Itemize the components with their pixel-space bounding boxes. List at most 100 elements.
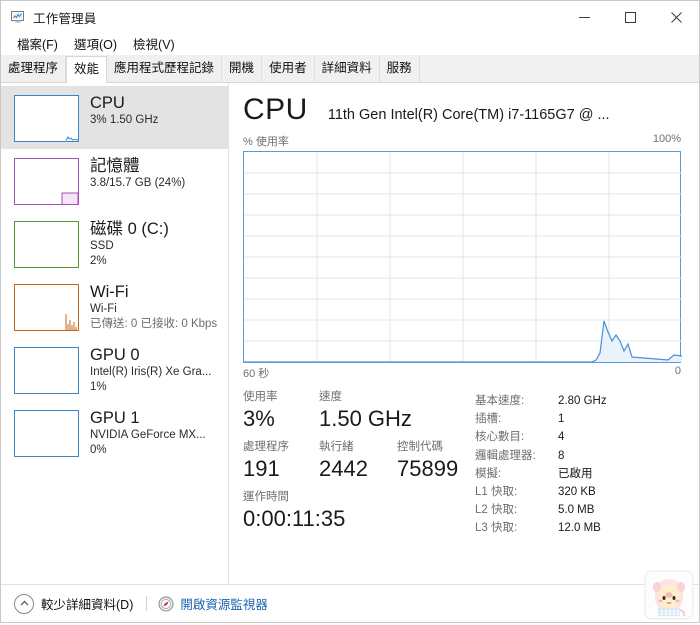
sidebar-gpu1-line2: NVIDIA GeForce MX... [90,429,206,441]
stat-uptime: 運作時間 0:00:11:35 [243,490,345,532]
open-resource-monitor-link[interactable]: 開啟資源監視器 [158,594,268,613]
spec-sockets-value: 1 [558,413,565,426]
gpu0-thumbnail-graph [14,347,79,394]
gpu1-thumbnail-graph [14,410,79,457]
stats-row-2: 處理程序 191 執行緒 2442 控制代碼 75899 [243,440,475,482]
task-manager-window: 工作管理員 檔案(F) 選項(O) 檢視(V) 處理程序 效能 應用程式歷程記錄… [0,0,700,623]
sidebar-item-disk0[interactable]: 磁碟 0 (C:) SSD 2% [1,212,228,275]
stat-uptime-value: 0:00:11:35 [243,506,346,531]
stat-utilization-label: 使用率 [243,391,278,403]
stat-handles-label: 控制代碼 [397,441,443,453]
sidebar-wifi-line2: Wi-Fi [90,303,117,315]
spec-cores-value: 4 [558,431,565,444]
sidebar-item-gpu1[interactable]: GPU 1 NVIDIA GeForce MX... 0% [1,401,228,464]
sidebar-cpu-line2: 3% 1.50 GHz [90,114,159,126]
sidebar-item-gpu0[interactable]: GPU 0 Intel(R) Iris(R) Xe Gra... 1% [1,338,228,401]
sidebar-gpu0-line2: Intel(R) Iris(R) Xe Gra... [90,366,212,378]
sidebar-gpu1-text: GPU 1 NVIDIA GeForce MX... 0% [90,407,206,457]
cpu-thumbnail-graph [14,95,79,142]
spec-l1-cache-label: L1 快取: [475,486,518,499]
sidebar-memory-line2: 3.8/15.7 GB (24%) [90,177,186,189]
stat-handles-value: 75899 [397,456,459,481]
menu-item-file[interactable]: 檔案(F) [9,32,66,56]
sidebar-cpu-text: CPU 3% 1.50 GHz [90,92,158,128]
menu-bar: 檔案(F) 選項(O) 檢視(V) [1,33,699,55]
menu-item-view[interactable]: 檢視(V) [125,32,183,56]
y-axis-label: % 使用率 [243,136,289,148]
spec-l2-cache-value: 5.0 MB [558,504,595,517]
task-manager-icon [10,9,26,25]
maximize-button[interactable] [607,1,653,33]
spec-base-speed-value: 2.80 GHz [558,395,607,407]
close-button[interactable] [653,1,699,33]
page-title: CPU [243,93,308,126]
spec-cores-label: 核心數目: [475,431,525,444]
fewer-details-label: 較少詳細資料(D) [41,598,134,612]
sidebar-gpu1-line3: 0% [90,443,107,456]
tab-details[interactable]: 詳細資料 [315,56,380,82]
sidebar-disk0-title: 磁碟 0 (C:) [90,220,169,238]
tab-users[interactable]: 使用者 [262,56,315,82]
spec-l3-cache: L3 快取: 12.0 MB [475,519,681,537]
spec-logical-processors: 邏輯處理器: 8 [475,447,681,465]
spec-virtualization-label: 模擬: [475,467,502,480]
x-axis-label: 60 秒 [243,368,270,380]
sidebar-wifi-title: Wi-Fi [90,283,129,301]
minimize-button[interactable] [561,1,607,33]
stat-processes-label: 處理程序 [243,441,289,453]
panel-header: CPU 11th Gen Intel(R) Core(TM) i7-1165G7… [243,93,681,127]
sidebar-cpu-title: CPU [90,94,125,112]
y-axis-max: 100% [652,133,681,145]
graph-top-axis: % 使用率 100% [243,133,681,149]
tab-processes[interactable]: 處理程序 [1,56,67,82]
footer-divider [146,596,148,611]
fewer-details-button[interactable]: 較少詳細資料(D) [14,593,134,614]
stat-speed-label: 速度 [319,391,342,403]
stat-utilization: 使用率 3% [243,390,319,432]
cpu-specs-list: 基本速度: 2.80 GHz 插槽: 1 核心數目: 4 邏輯處理器: 8 模擬… [475,390,681,540]
spec-virtualization: 模擬: 已啟用 [475,465,681,483]
stat-utilization-value: 3% [243,406,275,431]
sidebar-gpu0-text: GPU 0 Intel(R) Iris(R) Xe Gra... 1% [90,344,211,394]
tab-startup[interactable]: 開機 [222,56,263,82]
spec-logical-processors-value: 8 [558,449,565,462]
stat-processes-value: 191 [243,456,280,481]
sidebar-item-wifi[interactable]: Wi-Fi Wi-Fi 已傳送: 0 已接收: 0 Kbps [1,275,228,338]
sidebar-disk0-line3: 2% [90,254,107,267]
sidebar-disk0-line2: SSD [90,240,114,252]
spec-l3-cache-value: 12.0 MB [558,522,601,535]
spec-sockets-label: 插槽: [475,413,502,426]
sidebar-wifi-text: Wi-Fi Wi-Fi 已傳送: 0 已接收: 0 Kbps [90,281,217,331]
sidebar-disk0-text: 磁碟 0 (C:) SSD 2% [90,218,169,268]
stats-area: 使用率 3% 速度 1.50 GHz 處理程序 191 執行緒 2442 控制代… [243,390,681,540]
sidebar-memory-title: 記憶體 [90,157,140,175]
resource-monitor-icon [158,596,174,612]
spec-base-speed: 基本速度: 2.80 GHz [475,392,681,410]
sidebar-gpu0-title: GPU 0 [90,346,140,364]
chevron-up-icon [14,593,34,614]
x-axis-min: 0 [674,365,681,377]
tab-performance[interactable]: 效能 [66,56,108,83]
sidebar-gpu0-line3: 1% [90,380,107,393]
sidebar-wifi-line3: 已傳送: 0 已接收: 0 Kbps [90,317,218,330]
spec-logical-processors-label: 邏輯處理器: [475,449,536,462]
spec-sockets: 插槽: 1 [475,410,681,428]
sidebar-item-cpu[interactable]: CPU 3% 1.50 GHz [1,86,228,149]
content-area: CPU 3% 1.50 GHz 記憶體 3.8/15.7 GB (24%) 磁碟… [1,83,699,584]
sidebar-memory-text: 記憶體 3.8/15.7 GB (24%) [90,155,185,191]
spec-l1-cache-value: 320 KB [558,486,596,499]
stats-row-3: 運作時間 0:00:11:35 [243,490,475,532]
tab-app-history[interactable]: 應用程式歷程記錄 [107,56,223,82]
menu-item-options[interactable]: 選項(O) [66,32,125,56]
spec-cores: 核心數目: 4 [475,428,681,446]
stat-processes: 處理程序 191 [243,440,319,482]
graph-bottom-axis: 60 秒 0 [243,365,681,381]
window-title: 工作管理員 [33,11,97,26]
spec-l3-cache-label: L3 快取: [475,522,518,535]
window-controls [561,1,699,33]
stats-row-1: 使用率 3% 速度 1.50 GHz [243,390,475,432]
tab-services[interactable]: 服務 [380,56,420,82]
cpu-detail-panel: CPU 11th Gen Intel(R) Core(TM) i7-1165G7… [229,83,699,584]
cpu-utilization-graph[interactable] [243,151,682,363]
sidebar-item-memory[interactable]: 記憶體 3.8/15.7 GB (24%) [1,149,228,212]
